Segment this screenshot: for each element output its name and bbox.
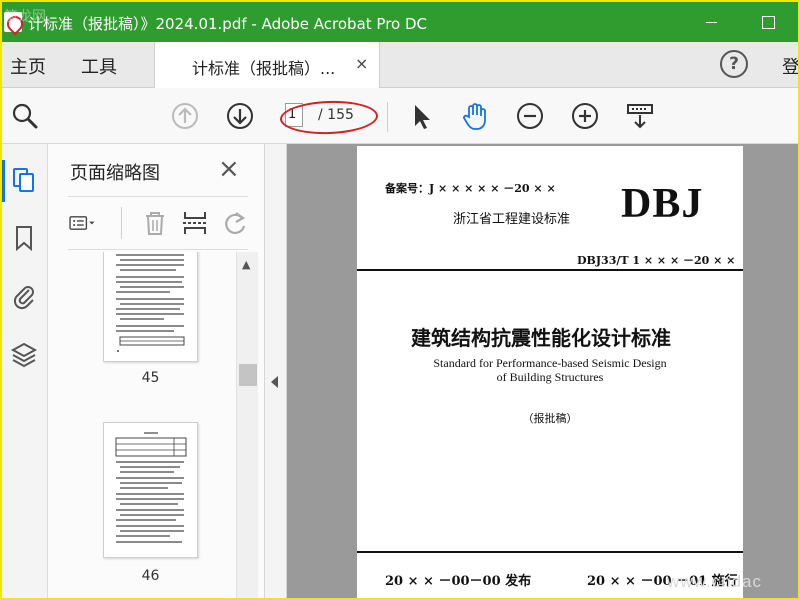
menu-tools[interactable]: 工具: [81, 53, 117, 79]
thumbnail-label: 45: [141, 370, 160, 386]
previous-page-icon[interactable]: [170, 101, 200, 131]
page-display-icon[interactable]: [625, 101, 655, 131]
thumbnails-panel: 页面缩略图 × 45 46 ▲: [48, 144, 265, 598]
thumbnail-text-preview: [116, 254, 185, 352]
standard-category: 浙江省工程建设标准: [453, 212, 571, 227]
footer-rule: [357, 551, 743, 553]
help-icon[interactable]: ?: [720, 50, 748, 78]
panel-collapse-strip[interactable]: [265, 144, 287, 598]
window-title: 计标准（报批稿）》2024.01.pdf - Adobe Acrobat Pro…: [28, 15, 427, 33]
minimize-button[interactable]: [700, 10, 724, 34]
layers-icon[interactable]: [10, 340, 38, 368]
app-window: 筑龙网 计标准（报批稿）》2024.01.pdf - Adobe Acrobat…: [2, 2, 798, 598]
panel-title: 页面缩略图: [70, 163, 160, 184]
toolbar: 1 / 155: [2, 88, 798, 144]
thumbnail-page-45[interactable]: [103, 252, 198, 362]
maximize-button[interactable]: [756, 10, 780, 34]
document-title-cn: 建筑结构抗震性能化设计标准: [411, 326, 671, 350]
site-watermark: www.cndac: [667, 572, 762, 591]
thumbnail-text-preview: [115, 432, 187, 543]
thumbnail-page-46[interactable]: [103, 422, 198, 558]
draft-note: （报批稿）: [522, 412, 578, 425]
thumbnail-scrollbar[interactable]: ▲: [236, 252, 258, 598]
tab-close-icon[interactable]: ×: [355, 54, 368, 73]
panel-close-icon[interactable]: ×: [218, 154, 240, 184]
zoom-in-icon[interactable]: [570, 101, 600, 131]
options-menu-icon[interactable]: [68, 208, 98, 238]
collapse-arrow-icon[interactable]: [271, 376, 278, 388]
tab-bar: 主页 工具 计标准（报批稿）... × ? 登: [2, 42, 798, 88]
panel-tools-divider: [121, 207, 122, 239]
rotate-icon[interactable]: [220, 208, 250, 238]
page-thumbnails-icon[interactable]: [10, 166, 38, 194]
issue-date: 20 × × －00－00 发布: [385, 574, 532, 589]
bookmark-icon[interactable]: [10, 224, 38, 252]
document-viewer[interactable]: 备案号：J × × × × × －20 × × 浙江省工程建设标准 DBJ DB…: [287, 144, 798, 598]
header-rule: [357, 269, 743, 271]
navigation-rail: [2, 144, 48, 598]
tab-document-label: 计标准（报批稿）...: [192, 59, 336, 78]
search-icon[interactable]: [10, 101, 40, 131]
menu-home[interactable]: 主页: [10, 53, 46, 79]
select-cursor-icon[interactable]: [406, 101, 436, 131]
standard-code: DBJ33/T 1 × × × －20 × ×: [577, 254, 736, 267]
document-title-en-line1: Standard for Performance-based Seismic D…: [433, 356, 667, 370]
filing-number: 备案号：J × × × × × －20 × ×: [385, 182, 556, 195]
toolbar-divider: [387, 102, 388, 132]
rail-active-indicator: [2, 160, 5, 202]
tab-document[interactable]: 计标准（报批稿）... ×: [154, 42, 380, 88]
zoom-out-icon[interactable]: [515, 101, 545, 131]
thumbnail-label: 46: [141, 568, 160, 584]
scroll-up-icon[interactable]: ▲: [242, 258, 250, 271]
sign-in-button[interactable]: 登: [782, 53, 798, 79]
trash-icon[interactable]: [140, 208, 170, 238]
next-page-icon[interactable]: [225, 101, 255, 131]
thumbnail-list: 45 46: [48, 252, 236, 598]
scrollbar-thumb[interactable]: [239, 364, 257, 386]
title-bar: 筑龙网 计标准（报批稿）》2024.01.pdf - Adobe Acrobat…: [2, 2, 798, 42]
document-title-en-line2: of Building Structures: [496, 370, 604, 384]
panel-toolbar: [68, 196, 248, 250]
dbj-logo: DBJ: [621, 181, 704, 227]
pdf-page: 备案号：J × × × × × －20 × × 浙江省工程建设标准 DBJ DB…: [357, 146, 743, 598]
attachment-icon[interactable]: [10, 282, 38, 310]
hand-tool-icon[interactable]: [460, 101, 490, 131]
insert-page-icon[interactable]: [180, 208, 210, 238]
